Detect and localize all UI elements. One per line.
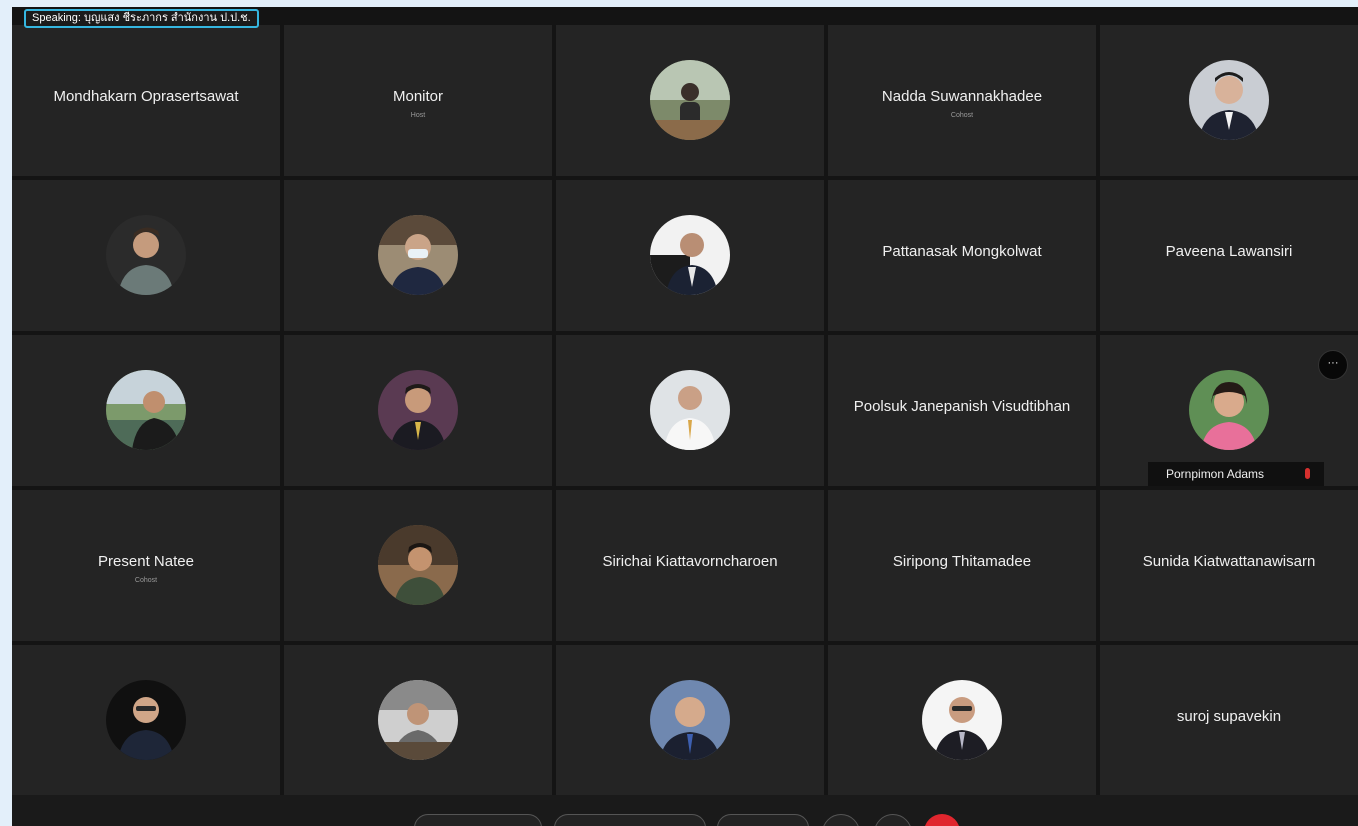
- toolbar-pill-button[interactable]: [414, 814, 542, 826]
- participant-name: Monitor: [392, 88, 444, 105]
- participant-tile[interactable]: Present Natee Cohost: [12, 490, 280, 641]
- more-options-button[interactable]: ···: [1318, 350, 1348, 380]
- participant-avatar: [378, 215, 458, 295]
- participant-tile[interactable]: Paveena Lawansiri: [1100, 180, 1358, 331]
- participant-tile[interactable]: [284, 180, 552, 331]
- participant-tile[interactable]: Poolsuk Janepanish Visudtibhan: [828, 335, 1096, 486]
- participant-avatar: [378, 370, 458, 450]
- participant-tile[interactable]: Mondhakarn Oprasertsawat: [12, 25, 280, 176]
- participant-tile[interactable]: [1100, 25, 1358, 176]
- participant-tile[interactable]: [12, 645, 280, 795]
- participant-avatar: [650, 215, 730, 295]
- participant-name: Poolsuk Janepanish Visudtibhan: [853, 398, 1071, 415]
- end-call-button[interactable]: [924, 814, 960, 826]
- participant-name: Nadda Suwannakhadee: [881, 88, 1043, 105]
- active-speaker-indicator: Speaking: บุญแสง ชีระภากร สำนักงาน ป.ป.ช…: [24, 9, 259, 28]
- participant-name: Paveena Lawansiri: [1165, 243, 1293, 260]
- participant-name: Siripong Thitamadee: [892, 553, 1032, 570]
- participant-avatar: [106, 370, 186, 450]
- participant-name: Mondhakarn Oprasertsawat: [53, 88, 239, 105]
- participant-name: Present Natee: [98, 553, 194, 570]
- participant-tile[interactable]: Monitor Host: [284, 25, 552, 176]
- mic-muted-icon: [1305, 468, 1310, 479]
- participant-avatar: [378, 680, 458, 760]
- participant-grid: Mondhakarn Oprasertsawat Monitor Host Na…: [12, 25, 1358, 795]
- participant-name: Sirichai Kiattavorncharoen: [602, 553, 778, 570]
- participant-tile[interactable]: suroj supavekin: [1100, 645, 1358, 795]
- participant-tile[interactable]: [556, 645, 824, 795]
- participant-avatar: [1189, 60, 1269, 140]
- meeting-toolbar: [12, 795, 1358, 826]
- participant-tile[interactable]: [556, 25, 824, 176]
- participant-tag-label: Pornpimon Adams: [1166, 467, 1265, 481]
- participant-avatar: [650, 370, 730, 450]
- toolbar-pill-button[interactable]: [554, 814, 706, 826]
- participant-role: Cohost: [134, 577, 158, 584]
- participant-avatar: [650, 680, 730, 760]
- participant-tile[interactable]: Pornpimon Adams ···: [1100, 335, 1358, 486]
- participant-name: suroj supavekin: [1176, 708, 1282, 725]
- participant-tile[interactable]: [12, 335, 280, 486]
- participant-avatar: [106, 215, 186, 295]
- participant-tile[interactable]: [284, 490, 552, 641]
- toolbar-circle-button[interactable]: [874, 814, 912, 826]
- participant-name-tag: Pornpimon Adams: [1148, 462, 1324, 486]
- participant-tile[interactable]: Pattanasak Mongkolwat: [828, 180, 1096, 331]
- toolbar-pill-button[interactable]: [717, 814, 809, 826]
- participant-tile[interactable]: [12, 180, 280, 331]
- participant-tile[interactable]: [284, 335, 552, 486]
- participant-avatar: [378, 525, 458, 605]
- participant-tile[interactable]: [828, 645, 1096, 795]
- participant-avatar: [1189, 370, 1269, 450]
- participant-tile[interactable]: [556, 335, 824, 486]
- participant-tile[interactable]: [284, 645, 552, 795]
- participant-name: Sunida Kiatwattanawisarn: [1142, 553, 1316, 570]
- participant-avatar: [922, 680, 1002, 760]
- participant-tile[interactable]: [556, 180, 824, 331]
- participant-tile[interactable]: Siripong Thitamadee: [828, 490, 1096, 641]
- participant-name: Pattanasak Mongkolwat: [882, 243, 1042, 260]
- toolbar-circle-button[interactable]: [822, 814, 860, 826]
- meeting-window: Speaking: บุญแสง ชีระภากร สำนักงาน ป.ป.ช…: [12, 7, 1358, 826]
- participant-role: Host: [410, 112, 426, 119]
- participant-role: Cohost: [950, 112, 974, 119]
- participant-tile[interactable]: Sunida Kiatwattanawisarn: [1100, 490, 1358, 641]
- participant-tile[interactable]: Nadda Suwannakhadee Cohost: [828, 25, 1096, 176]
- participant-avatar: [650, 60, 730, 140]
- participant-avatar: [106, 680, 186, 760]
- participant-tile[interactable]: Sirichai Kiattavorncharoen: [556, 490, 824, 641]
